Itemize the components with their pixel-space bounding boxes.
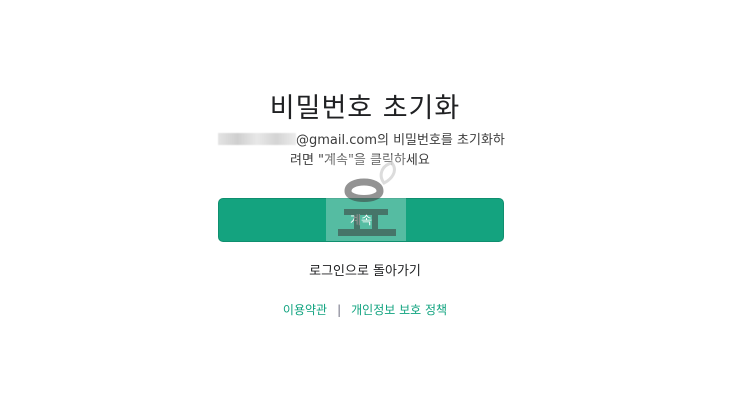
terms-link[interactable]: 이용약관 xyxy=(283,303,327,317)
continue-button-label: 계속 xyxy=(349,213,373,227)
footer-separator: | xyxy=(337,303,342,317)
redacted-email xyxy=(218,133,296,145)
description-line-2: 려면 "계속"을 클릭하세요 xyxy=(290,153,430,168)
page-title: 비밀번호 초기화 xyxy=(269,93,461,124)
back-to-login-link[interactable]: 로그인으로 돌아가기 xyxy=(0,260,730,279)
reset-description: @gmail.com의 비밀번호를 초기화하 려면 "계속"을 클릭하세요 xyxy=(218,131,510,171)
footer-links: 이용약관 | 개인정보 보호 정책 xyxy=(0,301,730,318)
description-line-1: @gmail.com의 비밀번호를 초기화하 xyxy=(296,133,505,148)
continue-button[interactable]: 계속 xyxy=(218,198,504,242)
privacy-policy-link[interactable]: 개인정보 보호 정책 xyxy=(351,303,447,317)
